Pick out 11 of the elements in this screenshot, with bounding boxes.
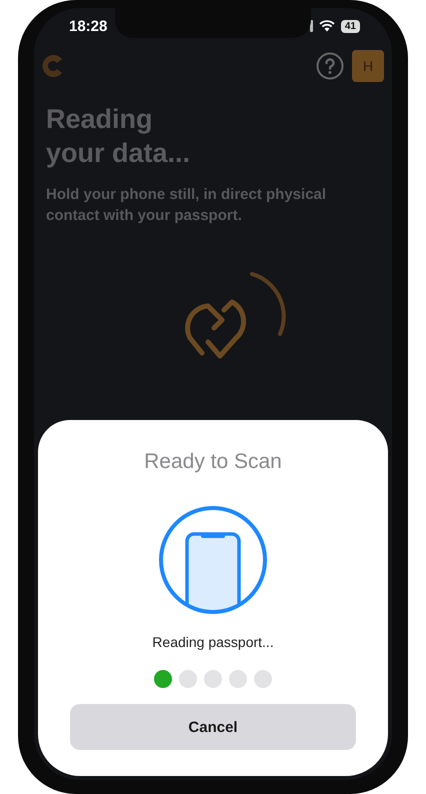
sheet-title: Ready to Scan — [144, 450, 282, 474]
wifi-icon — [318, 20, 335, 32]
status-time: 18:28 — [69, 18, 108, 34]
signal-icon — [310, 20, 313, 32]
battery-level: 41 — [340, 20, 360, 32]
status-message: Reading passport... — [152, 634, 274, 650]
instruction-text: Hold your phone still, in direct physical contact with your passport. — [46, 185, 328, 226]
cancel-button[interactable]: Cancel — [70, 704, 356, 750]
help-icon[interactable] — [316, 52, 344, 80]
page-title: Reading your data... — [46, 103, 192, 170]
phone-scan-icon — [157, 504, 269, 616]
